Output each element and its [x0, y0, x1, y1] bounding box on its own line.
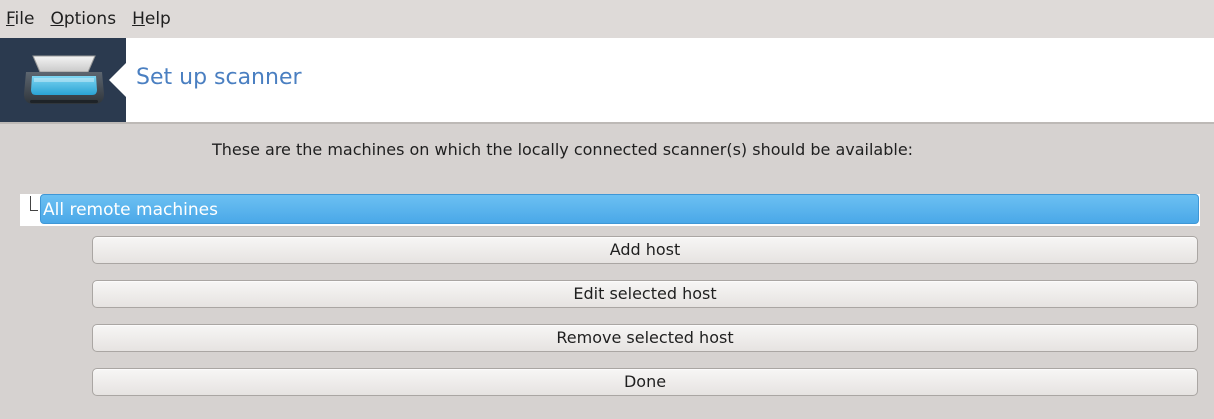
menu-help-mnemonic: H [132, 9, 145, 29]
add-host-button[interactable]: Add host [92, 236, 1198, 264]
remove-selected-host-button[interactable]: Remove selected host [92, 324, 1198, 352]
menu-options-label: ptions [63, 9, 117, 29]
machines-tree[interactable]: All remote machines [20, 194, 1200, 226]
menu-file-mnemonic: F [6, 9, 15, 29]
tree-item-all-remote-machines[interactable]: All remote machines [40, 194, 1199, 224]
page-title: Set up scanner [136, 65, 302, 90]
menu-options-mnemonic: O [50, 9, 64, 29]
instruction-text: These are the machines on which the loca… [212, 140, 914, 159]
menu-help-label: elp [144, 9, 171, 29]
menu-help[interactable]: Help [126, 9, 171, 29]
tree-branch-line [30, 196, 38, 211]
menubar: File Options Help [0, 0, 1214, 38]
menu-file[interactable]: File [0, 9, 34, 29]
menu-file-label: ile [14, 9, 35, 29]
banner: Set up scanner [0, 38, 1214, 122]
menu-options[interactable]: Options [44, 9, 116, 29]
main-content: These are the machines on which the loca… [0, 124, 1214, 419]
scanner-icon [24, 55, 104, 104]
edit-selected-host-button[interactable]: Edit selected host [92, 280, 1198, 308]
banner-icon-panel [0, 38, 127, 122]
done-button[interactable]: Done [92, 368, 1198, 396]
banner-notch [109, 62, 127, 98]
